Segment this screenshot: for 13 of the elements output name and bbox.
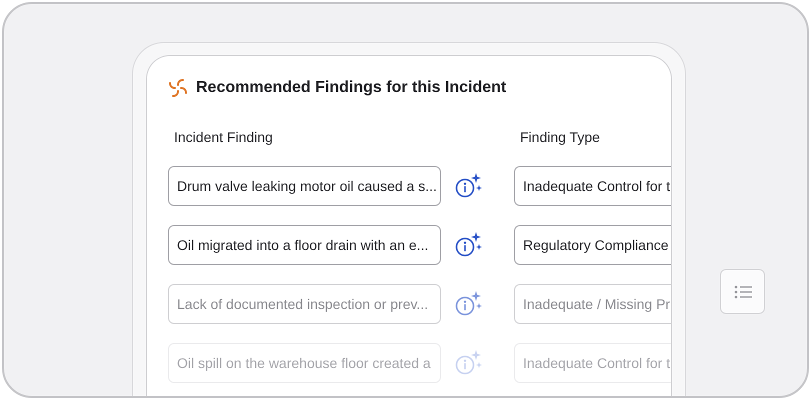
info-sparkle-icon[interactable] [455, 173, 483, 199]
column-header: Incident Finding [173, 129, 274, 145]
swirl-logo-icon [168, 78, 188, 98]
finding-field[interactable]: Drum valve leaking motor oil caused a s... [168, 166, 441, 206]
finding-type-field[interactable]: Inadequate Control for t [514, 166, 671, 206]
list-button[interactable] [720, 269, 765, 314]
column-header: Finding Type [519, 129, 601, 145]
panel-title: Recommended Findings for this Incident [196, 79, 506, 97]
list-icon [734, 284, 752, 298]
info-sparkle-icon[interactable] [455, 291, 483, 317]
info-sparkle-icon[interactable] [455, 232, 483, 258]
finding-field[interactable]: Oil migrated into a floor drain with an e... [168, 225, 441, 265]
finding-type-field[interactable]: Regulatory Compliance [514, 225, 671, 265]
